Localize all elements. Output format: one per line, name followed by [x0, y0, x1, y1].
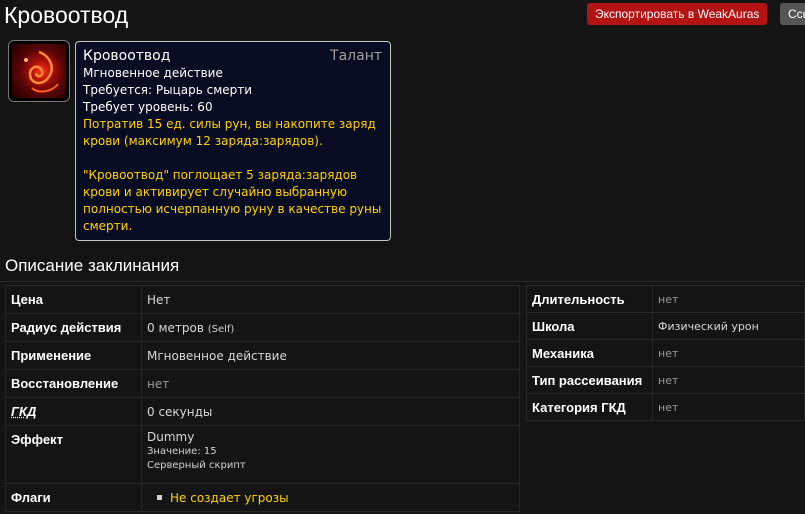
- tooltip-description-line: крови (максимум 12 заряда:зарядов).: [83, 134, 323, 148]
- dispel-value: нет: [652, 366, 805, 394]
- table-row: Эффект Dummy Значение: 15 Серверный скри…: [5, 425, 520, 484]
- effect-value: Значение: 15: [147, 446, 217, 457]
- gcd-label[interactable]: ГКД: [11, 404, 36, 419]
- gcd-category-value: нет: [652, 393, 805, 421]
- spell-icon-frame: [8, 40, 70, 102]
- tooltip-level-requirement: Требует уровень: 60: [83, 100, 213, 114]
- mechanic-label: Механика: [526, 339, 653, 367]
- tooltip-class-requirement: Требуется: Рыцарь смерти: [83, 83, 253, 97]
- table-row: Цена Нет: [5, 285, 520, 314]
- gcd-category-label: Категория ГКД: [526, 393, 653, 421]
- mechanic-value: нет: [652, 339, 805, 367]
- cast-value: Мгновенное действие: [141, 341, 520, 370]
- cooldown-value: нет: [141, 369, 520, 398]
- effect-name: Dummy: [147, 430, 195, 444]
- tooltip-description-line: полностью исчерпанную руну в качестве ру…: [83, 202, 382, 216]
- table-row: Школа Физический урон: [526, 312, 805, 340]
- page-title: Кровоотвод: [4, 2, 129, 28]
- flag-item: Не создает угрозы: [170, 490, 289, 505]
- table-row: Восстановление нет: [5, 369, 520, 398]
- school-label: Школа: [526, 312, 653, 340]
- table-row: Радиус действия 0 метров (Self): [5, 313, 520, 342]
- tooltip-description-line: смерти.: [83, 219, 133, 233]
- cost-label: Цена: [5, 285, 142, 314]
- tooltip-description-line: Потратив 15 ед. силы рун, вы накопите за…: [83, 117, 376, 131]
- gcd-value: 0 секунды: [141, 397, 520, 426]
- effect-label: Эффект: [5, 425, 142, 484]
- flags-cell: Не создает угрозы: [141, 483, 520, 512]
- tooltip-talent-label: Талант: [330, 48, 382, 64]
- range-label: Радиус действия: [5, 313, 142, 342]
- cooldown-label: Восстановление: [5, 369, 142, 398]
- effect-script: Серверный скрипт: [147, 460, 246, 471]
- spell-details-left-table: Цена Нет Радиус действия 0 метров (Self)…: [5, 285, 520, 512]
- tooltip-description-line: "Кровоотвод" поглощает 5 заряда:зарядов: [83, 168, 358, 182]
- tooltip-description-2: "Кровоотвод" поглощает 5 заряда:зарядов …: [83, 167, 383, 235]
- range-note: (Self): [207, 323, 235, 335]
- tooltip-description-line: крови и активирует случайно выбранную: [83, 185, 348, 199]
- section-title-spell-details: Описание заклинания: [5, 256, 180, 275]
- export-weakauras-button[interactable]: Экспортировать в WeakAuras: [587, 3, 768, 25]
- spell-details-right-table: Длительность нет Школа Физический урон М…: [526, 285, 805, 421]
- table-row: Применение Мгновенное действие: [5, 341, 520, 370]
- duration-value: нет: [652, 285, 805, 313]
- table-row: ГКД 0 секунды: [5, 397, 520, 426]
- gcd-label-cell: ГКД: [5, 397, 142, 426]
- flags-label: Флаги: [5, 483, 142, 512]
- table-row: Тип рассеивания нет: [526, 366, 805, 394]
- range-cell: 0 метров (Self): [141, 313, 520, 342]
- range-value: 0 метров: [147, 320, 204, 335]
- school-value: Физический урон: [652, 312, 805, 340]
- effect-cell: Dummy Значение: 15 Серверный скрипт: [141, 425, 520, 484]
- tooltip-description-1: Потратив 15 ед. силы рун, вы накопите за…: [83, 116, 383, 150]
- blood-swirl-icon: [24, 50, 59, 93]
- duration-label: Длительность: [526, 285, 653, 313]
- dispel-label: Тип рассеивания: [526, 366, 653, 394]
- table-row: Флаги Не создает угрозы: [5, 483, 520, 512]
- bullet-icon: [157, 494, 162, 500]
- tooltip-cast-time: Мгновенное действие: [83, 66, 223, 80]
- link-button[interactable]: Ссылка: [780, 3, 805, 25]
- section-divider: [0, 281, 805, 282]
- blood-tap-spell-icon: [12, 44, 66, 98]
- table-row: Категория ГКД нет: [526, 393, 805, 421]
- table-row: Длительность нет: [526, 285, 805, 313]
- cost-value: Нет: [141, 285, 520, 314]
- table-row: Механика нет: [526, 339, 805, 367]
- cast-label: Применение: [5, 341, 142, 370]
- spell-tooltip: Кровоотвод Талант Мгновенное действие Тр…: [75, 41, 391, 241]
